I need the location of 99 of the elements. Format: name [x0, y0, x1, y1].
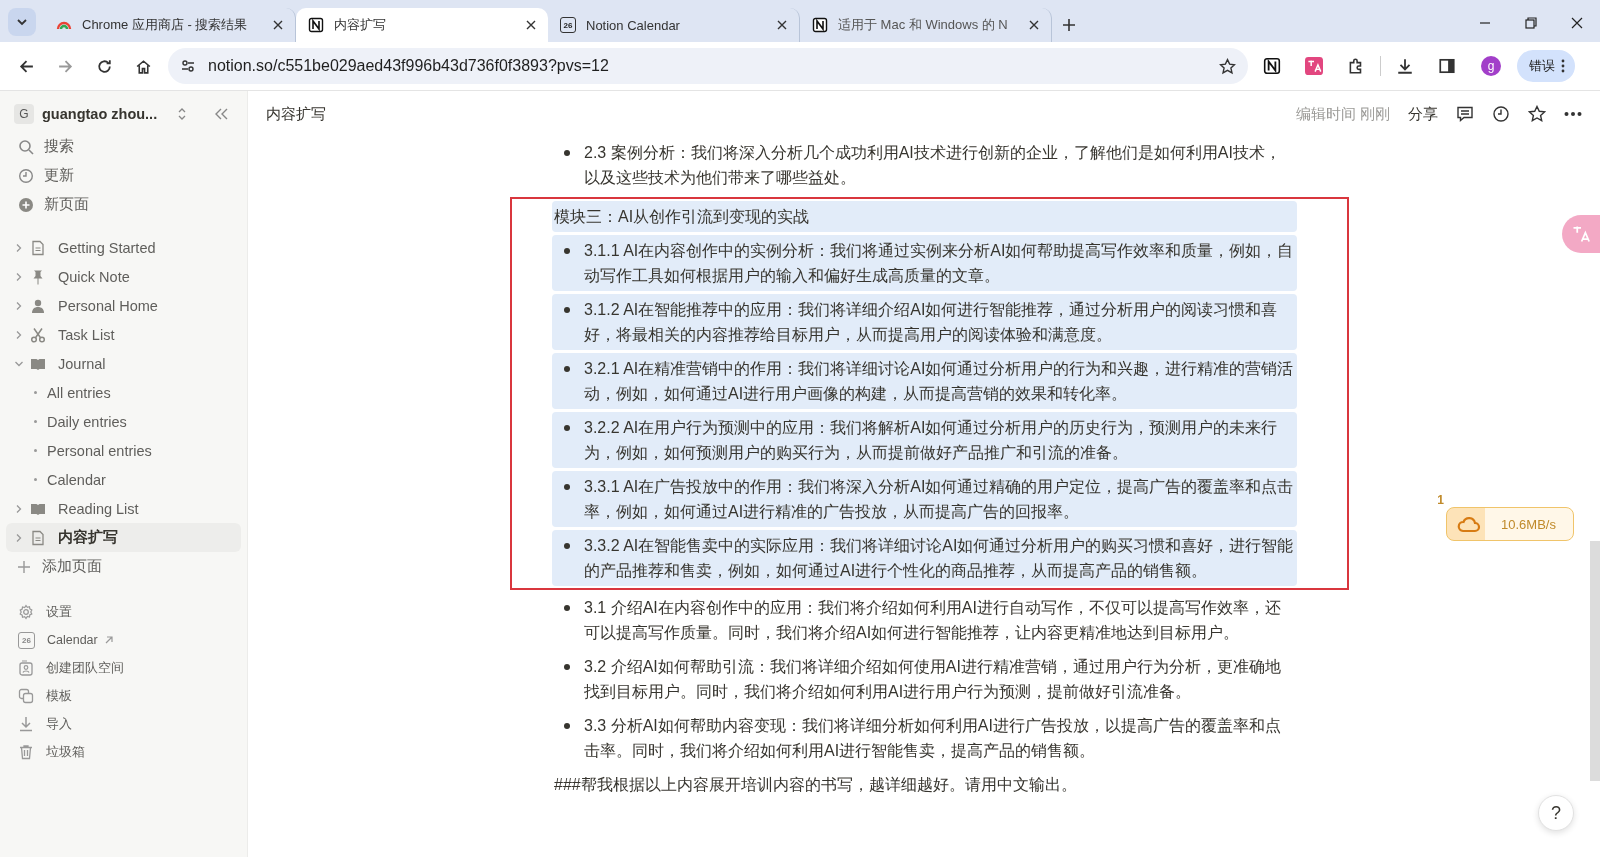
trash-icon — [18, 744, 34, 760]
kebab-icon — [1561, 59, 1565, 73]
browser-tab[interactable]: 内容扩写 — [296, 8, 548, 42]
team-space-icon — [18, 660, 34, 676]
star-icon[interactable] — [1528, 105, 1546, 123]
calendar-icon: 26 — [18, 631, 35, 649]
sidebar-page-item[interactable]: 内容扩写 — [6, 523, 241, 552]
star-icon[interactable] — [1219, 57, 1236, 75]
bullet-icon — [564, 723, 570, 729]
bullet-icon — [564, 664, 570, 670]
browser-tab[interactable]: 26 Notion Calendar — [548, 8, 800, 42]
block-text: 3.1.1 AI在内容创作中的实例分析：我们将通过实例来分析AI如何帮助提高写作效率和质量，例如，自动写作工具如何根据用户的输入和偏好生成高质量的文章。 — [584, 241, 1295, 286]
person-icon — [30, 297, 46, 314]
profile-avatar[interactable]: g — [1481, 56, 1501, 76]
sidebar-footer-item[interactable]: 导入 — [6, 710, 241, 738]
sidebar-nav-item[interactable]: 搜索 — [6, 132, 241, 161]
block-text: 模块三：AI从创作引流到变现的实战 — [554, 207, 810, 227]
browser-tab[interactable]: 适用于 Mac 和 Windows 的 N — [800, 8, 1052, 42]
document-icon — [30, 529, 46, 546]
block-text: 3.2.2 AI在用户行为预测中的应用：我们将解析AI如何通过分析用户的历史行为，预测用户的未来行为，例如，如何预测用户的购买行为，从而提前做好产品推广和引流的准备。 — [584, 418, 1279, 463]
address-field[interactable]: notion.so/c551be029aed43f996b43d736f0f3893?pvs=12 — [168, 48, 1248, 84]
help-button[interactable]: ? — [1538, 795, 1574, 831]
sidebar-page-item[interactable]: Getting Started — [6, 233, 241, 262]
bullet-icon — [564, 307, 570, 313]
block-text: 2.3 案例分析：我们将深入分析几个成功利用AI技术进行创新的企业，了解他们是如何利用AI技术，以及这些技术为他们带来了哪些益处。 — [584, 143, 1282, 188]
restore-icon[interactable] — [1524, 16, 1538, 30]
sidebar-subpage-item[interactable]: Personal entries — [6, 436, 241, 465]
close-icon[interactable] — [273, 20, 283, 30]
tab-title: 适用于 Mac 和 Windows 的 N — [838, 16, 1009, 34]
chevrons-icon[interactable] — [177, 107, 187, 121]
chevron-down-icon — [16, 16, 28, 28]
sidebar-footer-item[interactable]: 26 Calendar — [6, 626, 241, 654]
download-count: 1 — [1437, 493, 1444, 507]
bullet-icon — [564, 366, 570, 372]
page-breadcrumb[interactable]: 内容扩写 — [266, 104, 326, 124]
scissors-icon — [30, 326, 46, 343]
translate-icon — [1571, 224, 1591, 244]
edited-time: 编辑时间 刚刚 — [1295, 104, 1390, 124]
bullet-icon — [564, 543, 570, 549]
comment-icon[interactable] — [1456, 105, 1474, 123]
notion-icon — [308, 17, 324, 33]
download-speed: 10.6MB/s — [1501, 516, 1556, 532]
share-button[interactable]: 分享 — [1408, 104, 1438, 124]
tab-title: Notion Calendar — [586, 17, 681, 33]
tab-title: 内容扩写 — [334, 16, 387, 34]
sidebar-subpage-item[interactable]: All entries — [6, 378, 241, 407]
bullet-icon — [564, 248, 570, 254]
block-text: 3.3.1 AI在广告投放中的作用：我们将深入分析AI如何通过精确的用户定位，提高广告的覆盖率和点击率，例如，如何通过AI进行精准的广告投放，从而提高广告的回报率。 — [584, 477, 1295, 522]
block-text: 3.1 介绍AI在内容创作中的应用：我们将介绍如何利用AI进行自动写作，不仅可以提高写作效率，还可以提高写作质量。同时，我们将介绍AI如何进行智能推荐，让内容更精准地达到目标用户。 — [584, 598, 1282, 643]
import-icon — [18, 716, 34, 732]
block-text: 3.1.2 AI在智能推荐中的应用：我们将详细介绍AI如何进行智能推荐，通过分析用户的阅读习惯和喜好，将最相关的内容推荐给目标用户，从而提高用户的阅读体验和满意度。 — [584, 300, 1279, 345]
block-text: 3.2.1 AI在精准营销中的作用：我们将详细讨论AI如何通过分析用户的行为和兴趣，进行精准的营销活动，例如，如何通过AI进行用户画像的构建，从而提高营销的效果和转化率。 — [584, 359, 1295, 404]
document-icon — [30, 239, 46, 256]
search-icon — [18, 138, 34, 155]
error-button[interactable]: 错误 — [1517, 50, 1575, 82]
close-icon[interactable] — [777, 20, 787, 30]
sidebar-nav-item[interactable]: 新页面 — [6, 190, 241, 219]
plus-circle-icon — [18, 196, 34, 213]
bullet-icon — [564, 150, 570, 156]
sidebar-page-item[interactable]: Reading List — [6, 494, 241, 523]
sidebar-page-item[interactable]: Journal — [6, 349, 241, 378]
scrollbar-thumb[interactable] — [1590, 541, 1600, 781]
workspace-avatar[interactable]: G — [14, 104, 34, 124]
block-text: ###帮我根据以上内容展开培训内容的书写，越详细越好。请用中文输出。 — [554, 775, 1077, 795]
tab-search-button[interactable] — [8, 8, 36, 36]
workspace-name[interactable]: guangtao zhou... — [42, 106, 169, 122]
sidebar-footer-item[interactable]: 设置 — [6, 598, 241, 626]
sidebar-page-item[interactable]: Quick Note — [6, 262, 241, 291]
site-settings-icon[interactable] — [180, 58, 196, 74]
sidebar-footer-item[interactable]: 创建团队空间 — [6, 654, 241, 682]
url-text: notion.so/c551be029aed43f996b43d736f0f3893?pvs=12 — [208, 57, 609, 75]
sidebar-page-item[interactable]: Task List — [6, 320, 241, 349]
block-text: 3.2 介绍AI如何帮助引流：我们将详细介绍如何使用AI进行精准营销，通过用户行为分析，更准确地找到目标用户。同时，我们将介绍如何利用AI进行用户行为预测，提前做好引流准备。 — [584, 657, 1282, 702]
bullet-icon — [564, 484, 570, 490]
clock-icon[interactable] — [1492, 105, 1510, 123]
collapse-sidebar-icon[interactable] — [213, 107, 229, 121]
block-text: 3.3.2 AI在智能售卖中的实际应用：我们将详细讨论AI如何通过分析用户的购买习惯和喜好，进行智能的产品推荐和售卖，例如，如何通过AI进行个性化的商品推荐，从而提高产品的销售额。 — [584, 536, 1295, 581]
clock-icon — [18, 167, 34, 184]
sidebar-nav-item[interactable]: 更新 — [6, 161, 241, 190]
close-icon[interactable] — [526, 20, 536, 30]
close-icon[interactable] — [1029, 20, 1039, 30]
bullet-icon — [564, 605, 570, 611]
template-icon — [18, 688, 34, 704]
cloud-icon — [1457, 515, 1481, 533]
settings-icon — [18, 604, 34, 620]
new-tab-icon[interactable] — [1062, 18, 1076, 32]
plus-icon — [16, 558, 32, 575]
sidebar-page-item[interactable]: Personal Home — [6, 291, 241, 320]
close-icon[interactable] — [1570, 16, 1584, 30]
tab-title: Chrome 应用商店 - 搜索结果 — [82, 16, 249, 34]
notion-icon — [812, 17, 828, 33]
sidebar-subpage-item[interactable]: Daily entries — [6, 407, 241, 436]
sidebar-subpage-item[interactable]: Calendar — [6, 465, 241, 494]
calendar-icon: 26 — [560, 17, 576, 33]
add-page-button[interactable]: 添加页面 — [6, 552, 241, 581]
sidebar-footer-item[interactable]: 模板 — [6, 682, 241, 710]
block-text: 3.3 分析AI如何帮助内容变现：我们将详细分析如何利用AI进行广告投放，以提高广告的覆盖率和点击率。同时，我们将介绍如何利用AI进行智能售卖，提高产品的销售额。 — [584, 716, 1282, 761]
sidebar-footer-item[interactable]: 垃圾箱 — [6, 738, 241, 766]
bullet-icon — [564, 425, 570, 431]
